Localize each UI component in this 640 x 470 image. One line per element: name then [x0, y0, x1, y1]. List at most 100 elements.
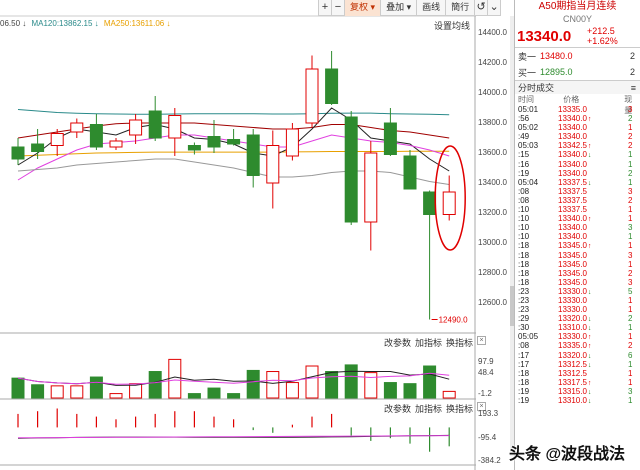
- volume-close-icon[interactable]: ×: [477, 336, 487, 345]
- overlay-label: 叠加: [386, 2, 405, 12]
- volume-axis-mid: 48.4: [478, 368, 494, 377]
- moving-average-line: [17, 158, 450, 185]
- candle-body: [364, 152, 378, 223]
- tick-time: 05:01: [518, 105, 539, 114]
- candle-body: [266, 145, 280, 184]
- tick-row: :18 13312.5 1: [515, 369, 640, 378]
- ask-volume: 2: [630, 51, 636, 61]
- price-axis-label: 13800.0: [478, 118, 507, 127]
- macd-axis-top: 193.3: [478, 409, 499, 418]
- tick-volume: 5: [628, 286, 633, 296]
- tick-time: :18: [518, 268, 530, 278]
- tick-row: :10 13340.0↑ 1: [515, 214, 640, 223]
- volume-bar: [442, 390, 456, 399]
- tick-volume: 1: [628, 332, 633, 342]
- tick-price: 13340.0: [558, 223, 628, 232]
- candle-body: [403, 155, 417, 190]
- ticks-header[interactable]: 分时成交 ≡: [515, 80, 640, 94]
- tick-row: :18 13345.0 3: [515, 278, 640, 287]
- macd-change-indicator-button[interactable]: 换指标: [446, 402, 473, 415]
- more-icon[interactable]: ⌄: [488, 0, 502, 16]
- candle-body: [325, 68, 339, 104]
- arrow-down-icon: ↓: [587, 388, 592, 396]
- bid-row: 买一 12895.0 2: [515, 64, 640, 80]
- tick-price-value: 13345.0: [558, 241, 587, 251]
- tick-time: :08: [518, 195, 530, 205]
- tick-price: 13345.0↑: [558, 241, 628, 250]
- tick-price: 13320.0↓: [558, 314, 628, 323]
- arrow-up-icon: ↑: [587, 379, 592, 387]
- arrow-down-icon: ↓: [587, 398, 592, 405]
- tick-row: :23 13330.0 1: [515, 305, 640, 314]
- tick-row: 05:03 13342.5↑ 2: [515, 141, 640, 150]
- tick-row: :19 13310.0↓ 1: [515, 396, 640, 405]
- zoom-in-button[interactable]: +: [319, 0, 332, 16]
- candle-body: [442, 191, 456, 215]
- tick-price: 13330.0↓: [558, 287, 628, 296]
- tick-time: :18: [518, 277, 530, 287]
- volume-bar: [364, 372, 378, 399]
- tick-volume: 1: [628, 359, 633, 369]
- price-axis-label: 12800.0: [478, 268, 507, 277]
- chart-area[interactable]: 06.50 ↓ MA120:13862.15 ↓ MA250:13611.06 …: [0, 0, 516, 470]
- macd-edit-params-button[interactable]: 改参数: [384, 402, 411, 415]
- candle-body: [285, 128, 299, 157]
- col-volume: 现量: [624, 95, 633, 115]
- tick-row: :10 13340.0 3: [515, 223, 640, 232]
- overlay-button[interactable]: 叠加 ▾: [381, 0, 418, 16]
- tick-price-value: 13317.5: [558, 377, 587, 387]
- tick-volume: 1: [628, 214, 633, 224]
- candle-body: [31, 143, 45, 152]
- volume-add-indicator-button[interactable]: 加指标: [415, 336, 442, 349]
- tick-price: 13345.0: [558, 251, 628, 260]
- simple-mode-button[interactable]: 簡行: [446, 0, 476, 16]
- zoom-out-button[interactable]: −: [332, 0, 345, 16]
- tick-price-value: 13340.0: [558, 223, 587, 233]
- tick-row: :19 13315.0↓ 3: [515, 387, 640, 396]
- tick-volume: 1: [628, 159, 633, 169]
- arrow-up-icon: ↑: [587, 243, 592, 251]
- ask-label: 卖一: [518, 51, 537, 62]
- candle-body: [70, 122, 84, 133]
- tick-price: 13340.0: [558, 132, 628, 141]
- arrow-down-icon: ↓: [587, 352, 592, 360]
- tick-row: :18 13345.0 3: [515, 251, 640, 260]
- tick-time: :30: [518, 323, 530, 333]
- chevron-down-icon: ▾: [370, 2, 376, 12]
- ticks-menu-icon[interactable]: ≡: [631, 81, 636, 94]
- adjust-rights-button[interactable]: 复权 ▾: [345, 0, 382, 16]
- tick-volume: 1: [628, 150, 633, 160]
- tick-price: 13335.0↑: [558, 341, 628, 350]
- tick-volume: 2: [628, 168, 633, 178]
- tick-price-value: 13345.0: [558, 277, 587, 287]
- tick-time: :18: [518, 250, 530, 260]
- refresh-icon[interactable]: ↺: [475, 0, 489, 16]
- col-time: 时间: [518, 95, 534, 104]
- arrow-up-icon: ↑: [587, 343, 592, 351]
- tick-price-value: 13340.0: [558, 214, 587, 224]
- tick-volume: 1: [628, 123, 633, 133]
- tick-price: 13340.0: [558, 160, 628, 169]
- macd-axis-mid: -95.4: [478, 433, 497, 442]
- tick-price-value: 13337.5: [558, 177, 587, 187]
- draw-line-button[interactable]: 画线: [417, 0, 447, 16]
- price-axis-label: 13000.0: [478, 238, 507, 247]
- tick-row: :17 13320.0↓ 6: [515, 351, 640, 360]
- price-axis-label: 14200.0: [478, 58, 507, 67]
- macd-axis-low: -384.2: [478, 456, 501, 465]
- candle-body: [383, 122, 397, 155]
- tick-time: :19: [518, 168, 530, 178]
- volume-bar: [50, 385, 64, 399]
- chevron-down-icon: ▾: [406, 2, 412, 12]
- tick-volume: 3: [628, 223, 633, 233]
- arrow-up-icon: ↑: [587, 116, 592, 124]
- tick-price-value: 13320.0: [558, 314, 587, 324]
- adjust-rights-label: 复权: [350, 2, 369, 12]
- volume-edit-params-button[interactable]: 改参数: [384, 336, 411, 349]
- tick-time: 05:02: [518, 123, 539, 133]
- tick-volume: 6: [628, 350, 633, 360]
- volume-change-indicator-button[interactable]: 换指标: [446, 336, 473, 349]
- macd-add-indicator-button[interactable]: 加指标: [415, 402, 442, 415]
- tick-row: :10 13340.0 1: [515, 232, 640, 241]
- tick-price: 13315.0↓: [558, 387, 628, 396]
